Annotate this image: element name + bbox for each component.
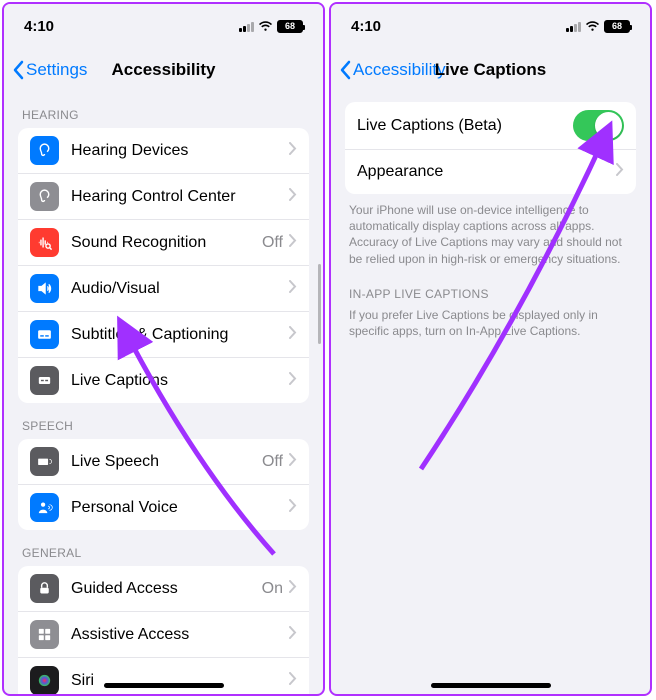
- footer-text-1: Your iPhone will use on-device intellige…: [345, 194, 636, 271]
- accessibility-screen: 4:10 68 Settings Accessibility HEARING H…: [2, 2, 325, 696]
- section-header-speech: SPEECH: [18, 403, 309, 439]
- home-indicator[interactable]: [104, 683, 224, 688]
- group-hearing: Hearing Devices Hearing Control Center S…: [18, 128, 309, 403]
- section-header-inapp: IN-APP LIVE CAPTIONS: [345, 271, 636, 307]
- chevron-right-icon: [289, 672, 297, 690]
- grid-icon: [30, 620, 59, 649]
- row-label: Appearance: [357, 163, 616, 181]
- chevron-right-icon: [289, 280, 297, 298]
- nav-bar: Accessibility Live Captions: [331, 48, 650, 92]
- group-speech: Live Speech Off Personal Voice: [18, 439, 309, 530]
- nav-bar: Settings Accessibility: [4, 48, 323, 92]
- siri-icon: [30, 666, 59, 694]
- row-value: Off: [262, 453, 283, 471]
- lock-icon: [30, 574, 59, 603]
- row-label: Hearing Control Center: [71, 188, 289, 206]
- chevron-right-icon: [289, 234, 297, 252]
- status-bar: 4:10 68: [331, 4, 650, 48]
- row-subtitles-captioning[interactable]: Subtitles & Captioning: [18, 312, 309, 358]
- row-hearing-devices[interactable]: Hearing Devices: [18, 128, 309, 174]
- row-label: Personal Voice: [71, 499, 289, 517]
- person-voice-icon: [30, 493, 59, 522]
- wifi-icon: [585, 20, 600, 32]
- row-label: Assistive Access: [71, 626, 289, 644]
- live-captions-screen: 4:10 68 Accessibility Live Captions Live…: [329, 2, 652, 696]
- ear-icon: [30, 182, 59, 211]
- section-header-hearing: HEARING: [18, 92, 309, 128]
- chevron-right-icon: [289, 326, 297, 344]
- row-personal-voice[interactable]: Personal Voice: [18, 485, 309, 530]
- back-label: Accessibility: [353, 60, 446, 80]
- settings-list[interactable]: HEARING Hearing Devices Hearing Control …: [4, 92, 323, 694]
- live-captions-icon: [30, 366, 59, 395]
- row-sound-recognition[interactable]: Sound Recognition Off: [18, 220, 309, 266]
- row-value: On: [262, 580, 283, 598]
- row-hearing-control-center[interactable]: Hearing Control Center: [18, 174, 309, 220]
- chevron-left-icon: [12, 60, 24, 80]
- section-header-general: GENERAL: [18, 530, 309, 566]
- captions-icon: [30, 320, 59, 349]
- row-guided-access[interactable]: Guided Access On: [18, 566, 309, 612]
- settings-list[interactable]: Live Captions (Beta) Appearance Your iPh…: [331, 92, 650, 694]
- group-general: Guided Access On Assistive Access Siri A…: [18, 566, 309, 694]
- chevron-right-icon: [289, 453, 297, 471]
- row-label: Subtitles & Captioning: [71, 326, 289, 344]
- back-button[interactable]: Accessibility: [339, 60, 446, 80]
- chevron-right-icon: [289, 626, 297, 644]
- group-main: Live Captions (Beta) Appearance: [345, 102, 636, 194]
- footer-text-2: If you prefer Live Captions be displayed…: [345, 307, 636, 343]
- status-time: 4:10: [24, 18, 54, 35]
- speaker-icon: [30, 274, 59, 303]
- row-label: Guided Access: [71, 580, 262, 598]
- live-captions-toggle[interactable]: [573, 110, 624, 141]
- chevron-right-icon: [289, 142, 297, 160]
- row-label: Audio/Visual: [71, 280, 289, 298]
- cellular-signal-icon: [239, 21, 254, 32]
- wifi-icon: [258, 20, 273, 32]
- back-button[interactable]: Settings: [12, 60, 87, 80]
- keyboard-speech-icon: [30, 447, 59, 476]
- status-bar: 4:10 68: [4, 4, 323, 48]
- row-live-speech[interactable]: Live Speech Off: [18, 439, 309, 485]
- row-siri[interactable]: Siri: [18, 658, 309, 694]
- chevron-right-icon: [289, 499, 297, 517]
- battery-icon: 68: [277, 20, 303, 33]
- row-label: Live Captions (Beta): [357, 117, 573, 135]
- status-indicators: 68: [566, 20, 630, 33]
- row-label: Live Speech: [71, 453, 262, 471]
- chevron-right-icon: [289, 188, 297, 206]
- cellular-signal-icon: [566, 21, 581, 32]
- chevron-right-icon: [289, 372, 297, 390]
- row-appearance[interactable]: Appearance: [345, 150, 636, 194]
- chevron-right-icon: [616, 163, 624, 181]
- battery-icon: 68: [604, 20, 630, 33]
- chevron-right-icon: [289, 580, 297, 598]
- row-live-captions-beta[interactable]: Live Captions (Beta): [345, 102, 636, 150]
- scrollbar[interactable]: [318, 264, 321, 344]
- row-live-captions[interactable]: Live Captions: [18, 358, 309, 403]
- row-label: Sound Recognition: [71, 234, 262, 252]
- status-indicators: 68: [239, 20, 303, 33]
- row-audio-visual[interactable]: Audio/Visual: [18, 266, 309, 312]
- waveform-magnify-icon: [30, 228, 59, 257]
- status-time: 4:10: [351, 18, 381, 35]
- back-label: Settings: [26, 60, 87, 80]
- row-label: Live Captions: [71, 372, 289, 390]
- row-assistive-access[interactable]: Assistive Access: [18, 612, 309, 658]
- ear-icon: [30, 136, 59, 165]
- chevron-left-icon: [339, 60, 351, 80]
- row-value: Off: [262, 234, 283, 252]
- home-indicator[interactable]: [431, 683, 551, 688]
- row-label: Hearing Devices: [71, 142, 289, 160]
